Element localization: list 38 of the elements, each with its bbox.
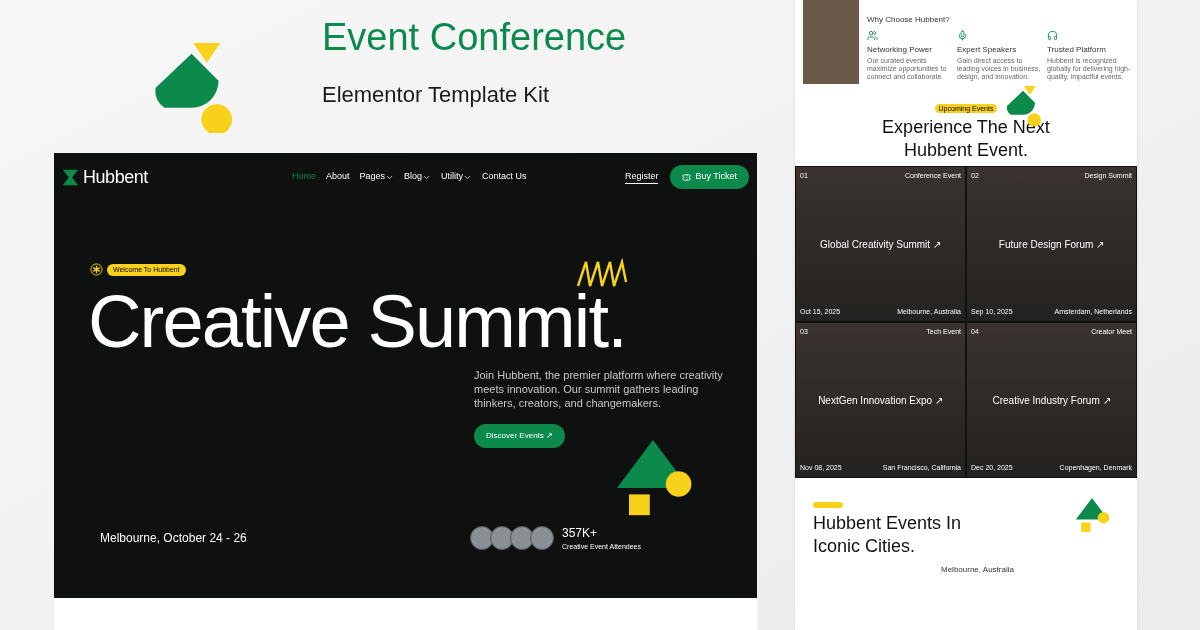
- avatar: [490, 526, 514, 551]
- nav-link[interactable]: Home: [292, 170, 316, 184]
- ticket-icon: [682, 172, 692, 182]
- event-title: Global Creativity Summit ↗: [819, 237, 942, 252]
- hero-title: Creative Summit.: [88, 290, 627, 354]
- buy-ticket-button[interactable]: Buy Ticket: [670, 165, 749, 189]
- section-title: Hubbent Events In Iconic Cities.: [813, 512, 963, 558]
- intro-paragraph: Join Hubbent, the premier platform where creativity meets innovation. Our summit gathers leading thinkers, creators, and changemakers.: [474, 368, 724, 410]
- section-heading: Why Choose Hubbent?: [867, 14, 951, 26]
- feature-icon: [867, 30, 878, 41]
- feature-title: Networking Power: [867, 44, 933, 56]
- event-title: NextGen Innovation Expo ↗: [817, 393, 944, 408]
- kit-subtitle: Elementor Template Kit: [322, 81, 551, 109]
- avatar: [470, 526, 494, 551]
- event-title: Future Design Forum ↗: [997, 237, 1106, 252]
- shapes-drawing: [1073, 498, 1110, 534]
- attendee-count: 357K+: [562, 525, 599, 542]
- city-name: Melbourne, Australia: [941, 564, 1014, 576]
- nav-link[interactable]: Blog: [404, 170, 432, 184]
- feature-title: Expert Speakers: [957, 44, 1018, 56]
- avatar: [510, 526, 534, 551]
- nav-link[interactable]: Utility: [441, 170, 473, 184]
- feature-title: Trusted Platform: [1047, 44, 1107, 56]
- nav-link[interactable]: About: [326, 170, 350, 184]
- feature-icon: [957, 30, 968, 41]
- event-date: Melbourne, October 24 - 26: [100, 530, 248, 548]
- register-link[interactable]: Register: [624, 169, 659, 185]
- kit-title: Event Conference: [322, 15, 627, 60]
- nav-link[interactable]: Pages: [359, 170, 395, 184]
- star-icon: [90, 263, 103, 276]
- feature-icon: [1047, 30, 1058, 41]
- avatar: [530, 526, 554, 551]
- site-logo: Hubbent: [83, 165, 148, 189]
- discover-events-button[interactable]: Discover Events ↗: [474, 424, 566, 448]
- badge-pill: [813, 502, 843, 508]
- nav-link[interactable]: Contact Us: [482, 170, 527, 184]
- event-title: Creative Industry Forum ↗: [991, 393, 1112, 408]
- logo-icon: [62, 168, 79, 186]
